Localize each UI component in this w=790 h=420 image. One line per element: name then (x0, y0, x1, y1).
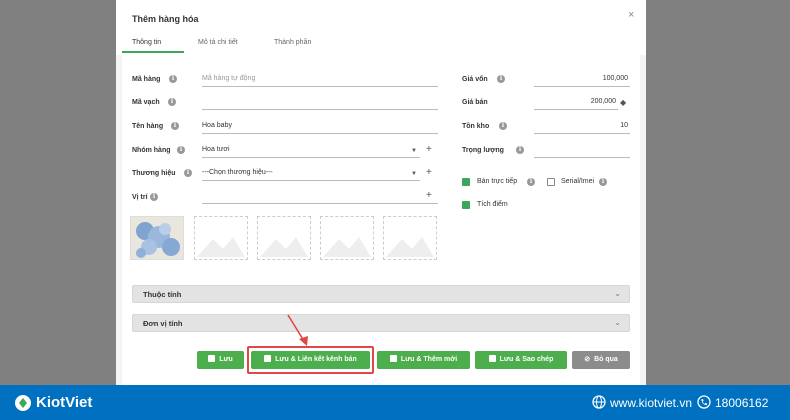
gia-von-input[interactable]: 100,000 (534, 73, 630, 87)
skip-button[interactable]: ⊘ Bỏ qua (572, 351, 630, 369)
save-button[interactable]: Lưu (197, 351, 244, 369)
add-product-dialog: Thêm hàng hóa × Thông tin Mô tả chi tiết… (116, 0, 646, 385)
save-link-channel-button[interactable]: Lưu & Liên kết kênh bán (251, 351, 370, 369)
info-icon: i (599, 178, 607, 186)
add-thuong-hieu-icon[interactable]: + (426, 168, 432, 178)
info-icon: i (497, 75, 505, 83)
price-tag-icon[interactable]: ◆ (620, 98, 626, 107)
save-icon (264, 355, 272, 362)
label-gia-von: Giá vốn (462, 76, 488, 83)
label-nhom-hang: Nhóm hàng (132, 147, 171, 154)
ma-hang-input[interactable]: Mã hàng tự động (202, 73, 438, 87)
label-vi-tri: Vị trí (132, 194, 148, 201)
phone-icon (697, 395, 711, 409)
label-ten-hang: Tên hàng (132, 123, 164, 130)
chevron-down-icon: ⌄ (614, 289, 621, 298)
tab-bar: Thông tin Mô tả chi tiết Thành phần (116, 36, 646, 52)
website-link[interactable]: www.kiotviet.vn (610, 396, 692, 410)
label-gia-ban: Giá bán (462, 99, 488, 106)
skip-button-label: Bỏ qua (594, 356, 618, 363)
thuoc-tinh-section[interactable]: Thuộc tính ⌄ (132, 285, 630, 303)
chevron-down-icon[interactable]: ▼ (411, 148, 417, 154)
globe-icon (592, 395, 606, 409)
ban-truc-tiep-label: Bán trực tiếp (477, 178, 518, 185)
info-icon: i (184, 169, 192, 177)
info-icon: i (171, 122, 179, 130)
hotline-number[interactable]: 18006162 (715, 396, 768, 410)
save-link-channel-label: Lưu & Liên kết kênh bán (275, 356, 357, 363)
image-placeholder[interactable] (320, 216, 374, 260)
add-nhom-hang-icon[interactable]: + (426, 145, 432, 155)
add-vi-tri-icon[interactable]: + (426, 191, 432, 201)
ten-hang-input[interactable]: Hoa baby (202, 120, 438, 134)
chevron-down-icon[interactable]: ▼ (411, 171, 417, 177)
tich-diem-checkbox[interactable] (462, 201, 470, 209)
don-vi-tinh-label: Đơn vị tính (143, 319, 183, 328)
save-icon (389, 355, 397, 362)
label-ma-hang: Mã hàng (132, 76, 161, 83)
kiotviet-logo-icon (15, 395, 31, 411)
serial-imei-label: Serial/Imei (561, 178, 595, 185)
vi-tri-input[interactable] (202, 190, 438, 204)
gia-ban-input[interactable]: 200,000 (534, 96, 618, 110)
save-icon (208, 355, 216, 362)
ton-kho-input[interactable]: 10 (534, 120, 630, 134)
save-new-button[interactable]: Lưu & Thêm mới (377, 351, 470, 369)
cancel-icon: ⊘ (584, 356, 591, 363)
nhom-hang-select[interactable]: Hoa tươi (202, 144, 420, 158)
image-placeholder[interactable] (257, 216, 311, 260)
save-copy-button[interactable]: Lưu & Sao chép (475, 351, 567, 369)
save-icon (488, 355, 496, 362)
tab-mo-ta-chi-tiet[interactable]: Mô tả chi tiết (198, 39, 238, 46)
ma-vach-input[interactable] (202, 96, 438, 110)
label-ma-vach: Mã vạch (132, 99, 160, 106)
trong-luong-input[interactable] (534, 144, 630, 158)
ban-truc-tiep-checkbox[interactable] (462, 178, 470, 186)
image-placeholder[interactable] (383, 216, 437, 260)
tab-thong-tin[interactable]: Thông tin (132, 39, 161, 46)
kiotviet-footer: KiotViet www.kiotviet.vn 18006162 (0, 385, 790, 420)
image-placeholder[interactable] (194, 216, 248, 260)
close-icon[interactable]: × (628, 9, 634, 21)
dialog-title: Thêm hàng hóa (132, 14, 199, 24)
annotation-arrow (287, 314, 308, 346)
brand-name: KiotViet (36, 394, 93, 411)
info-icon: i (169, 75, 177, 83)
info-icon: i (516, 146, 524, 154)
thuong-hieu-select[interactable]: ---Chọn thương hiệu--- (202, 167, 420, 181)
info-icon: i (499, 122, 507, 130)
save-button-label: Lưu (219, 356, 233, 363)
don-vi-tinh-section[interactable]: Đơn vị tính ⌄ (132, 314, 630, 332)
thuoc-tinh-label: Thuộc tính (143, 290, 182, 299)
info-icon: i (168, 98, 176, 106)
save-new-label: Lưu & Thêm mới (400, 356, 458, 363)
serial-imei-checkbox[interactable] (547, 178, 555, 186)
label-thuong-hieu: Thương hiệu (132, 170, 176, 177)
product-image[interactable] (130, 216, 184, 260)
info-icon: i (527, 178, 535, 186)
label-trong-luong: Trọng lượng (462, 147, 504, 154)
chevron-down-icon: ⌄ (614, 318, 621, 327)
label-ton-kho: Tồn kho (462, 123, 490, 130)
save-copy-label: Lưu & Sao chép (499, 356, 554, 363)
tab-thanh-phan[interactable]: Thành phần (274, 39, 311, 46)
info-icon: i (150, 193, 158, 201)
info-icon: i (177, 146, 185, 154)
active-tab-indicator (122, 51, 184, 53)
tich-diem-label: Tích điểm (477, 201, 508, 208)
